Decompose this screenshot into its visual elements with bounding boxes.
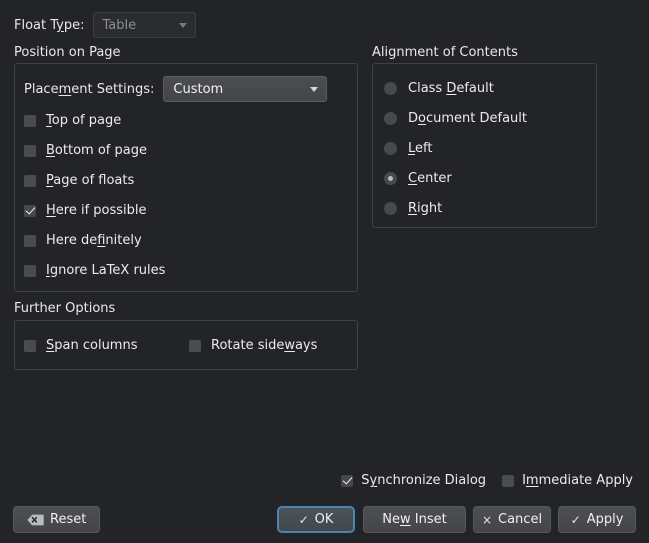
radio-label: Right: [408, 201, 443, 216]
placement-settings-label: Placement Settings:: [24, 81, 155, 97]
checkbox-here-if-possible[interactable]: Here if possible: [24, 203, 147, 218]
radio-center[interactable]: Center: [384, 171, 452, 186]
radio-label: Left: [408, 141, 433, 156]
checkbox-here-definitely[interactable]: Here definitely: [24, 233, 142, 248]
radio-document-default[interactable]: Document Default: [384, 111, 527, 126]
backspace-icon: [27, 514, 44, 526]
cancel-button-label: Cancel: [498, 512, 543, 527]
ok-button-label: OK: [314, 512, 334, 527]
apply-button[interactable]: ✓ Apply: [558, 506, 636, 533]
checkbox-icon: [24, 144, 36, 157]
float-type-combobox[interactable]: Table: [92, 12, 196, 38]
checkbox-label: Immediate Apply: [522, 473, 633, 488]
checkbox-label: Rotate sideways: [211, 338, 318, 353]
close-icon: ×: [481, 512, 493, 527]
checkbox-icon: [502, 474, 515, 487]
ok-button[interactable]: ✓ OK: [277, 506, 355, 533]
radio-left[interactable]: Left: [384, 141, 432, 156]
checkbox-icon: [24, 339, 36, 352]
chevron-down-icon: [310, 87, 319, 92]
new-inset-button-label: New Inset: [382, 512, 447, 527]
radio-icon: [384, 82, 397, 95]
radio-label: Document Default: [408, 111, 528, 126]
placement-settings-combobox[interactable]: Custom: [163, 76, 328, 102]
placement-settings-value: Custom: [173, 81, 224, 97]
check-icon: ✓: [298, 512, 309, 527]
checkbox-top-of-page[interactable]: Top of page: [24, 113, 121, 128]
alignment-group-title: Alignment of Contents: [372, 45, 518, 60]
radio-icon: [384, 142, 397, 155]
checkbox-icon: [24, 174, 36, 187]
radio-selected-icon: [384, 172, 397, 185]
placement-settings-row: Placement Settings: Custom: [24, 76, 328, 102]
checkbox-immediate-apply[interactable]: Immediate Apply: [502, 473, 633, 488]
dialog-options-row: Synchronize Dialog Immediate Apply: [341, 473, 633, 488]
float-type-row: Float Type: Table: [14, 12, 196, 38]
checkbox-synchronize-dialog[interactable]: Synchronize Dialog: [341, 473, 486, 488]
float-type-value: Table: [102, 17, 137, 33]
radio-class-default[interactable]: Class Default: [384, 81, 494, 96]
further-options-group-title: Further Options: [14, 301, 116, 316]
checkbox-label: Here if possible: [46, 203, 147, 218]
checkbox-label: Ignore LaTeX rules: [46, 263, 166, 278]
checkbox-page-of-floats[interactable]: Page of floats: [24, 173, 134, 188]
checkbox-ignore-latex-rules[interactable]: Ignore LaTeX rules: [24, 263, 165, 278]
checkbox-span-columns[interactable]: Span columns: [24, 338, 137, 353]
cancel-button[interactable]: × Cancel: [473, 506, 551, 533]
checkbox-label: Top of page: [46, 113, 122, 128]
reset-button[interactable]: Reset: [13, 506, 101, 533]
radio-icon: [384, 112, 397, 125]
checkbox-label: Span columns: [46, 338, 138, 353]
checkbox-icon: [189, 339, 201, 352]
radio-label: Class Default: [408, 81, 494, 96]
checkbox-rotate-sideways[interactable]: Rotate sideways: [189, 338, 317, 353]
checkbox-icon: [24, 234, 36, 247]
radio-icon: [384, 202, 397, 215]
checkbox-label: Here definitely: [46, 233, 142, 248]
checkbox-checked-icon: [24, 204, 36, 217]
checkbox-label: Page of floats: [46, 173, 135, 188]
chevron-down-icon: [178, 23, 187, 28]
checkbox-bottom-of-page[interactable]: Bottom of page: [24, 143, 147, 158]
checkbox-checked-icon: [341, 474, 354, 487]
float-type-label: Float Type:: [14, 17, 85, 33]
float-settings-dialog: Float Type: Table Position on Page Place…: [0, 0, 649, 543]
radio-right[interactable]: Right: [384, 201, 442, 216]
checkbox-label: Bottom of page: [46, 143, 147, 158]
new-inset-button[interactable]: New Inset: [363, 506, 466, 533]
checkbox-icon: [24, 114, 36, 127]
apply-button-label: Apply: [586, 512, 624, 527]
radio-label: Center: [408, 171, 452, 186]
check-icon: ✓: [570, 512, 581, 527]
position-group-title: Position on Page: [14, 45, 121, 60]
checkbox-icon: [24, 264, 36, 277]
checkbox-label: Synchronize Dialog: [361, 473, 487, 488]
reset-button-label: Reset: [50, 512, 87, 527]
